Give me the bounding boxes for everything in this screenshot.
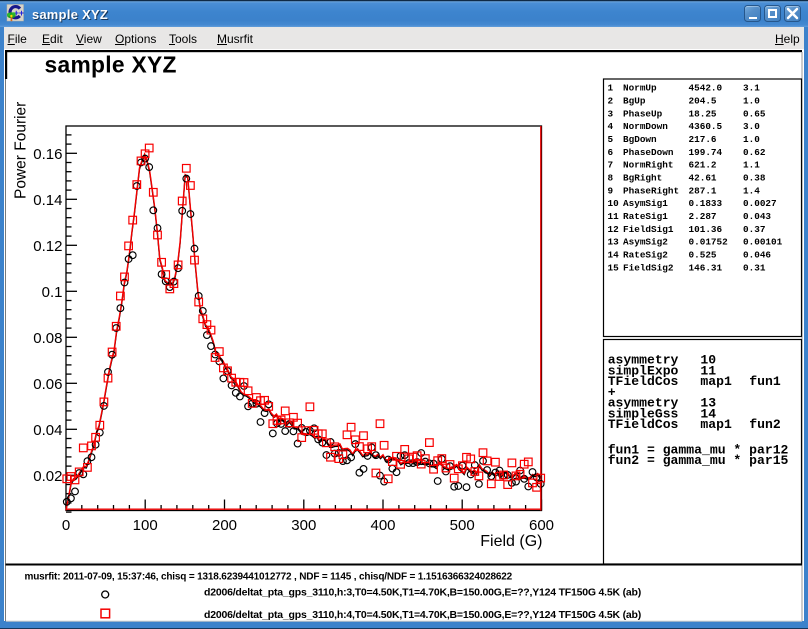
svg-text:1: 1 xyxy=(608,83,614,94)
svg-text:d2006/deltat_pta_gps_3110,h:3,: d2006/deltat_pta_gps_3110,h:3,T0=4.50K,T… xyxy=(204,587,641,599)
svg-text:12: 12 xyxy=(608,224,620,235)
svg-text:3.1: 3.1 xyxy=(743,83,760,94)
svg-text:13: 13 xyxy=(608,237,620,248)
svg-text:fun2: fun2 xyxy=(749,417,781,432)
svg-text:Field (G): Field (G) xyxy=(480,533,542,550)
svg-text:TFieldCos: TFieldCos xyxy=(608,417,679,432)
svg-text:0.62: 0.62 xyxy=(743,147,766,158)
svg-text:600: 600 xyxy=(529,517,554,534)
svg-text:fun1: fun1 xyxy=(749,374,781,389)
svg-text:map1: map1 xyxy=(700,374,732,389)
svg-text:1.4: 1.4 xyxy=(743,185,760,196)
svg-text:1.0: 1.0 xyxy=(743,134,760,145)
svg-text:0.31: 0.31 xyxy=(743,262,766,273)
svg-text:0.525: 0.525 xyxy=(689,250,717,261)
svg-text:d2006/deltat_pta_gps_3110,h:4,: d2006/deltat_pta_gps_3110,h:4,T0=4.50K,T… xyxy=(204,609,641,621)
svg-text:42.61: 42.61 xyxy=(689,173,717,184)
svg-text:AsymSig1: AsymSig1 xyxy=(623,198,668,209)
svg-text:204.5: 204.5 xyxy=(689,96,717,107)
svg-text:621.2: 621.2 xyxy=(689,160,717,171)
svg-text:146.31: 146.31 xyxy=(689,262,723,273)
svg-text:PhaseRight: PhaseRight xyxy=(623,185,679,196)
svg-text:NormUp: NormUp xyxy=(623,83,657,94)
svg-text:musrfit: 2011-07-09, 15:37:46,: musrfit: 2011-07-09, 15:37:46, chisq = 1… xyxy=(25,572,513,583)
svg-text:0.12: 0.12 xyxy=(33,238,62,255)
svg-text:217.6: 217.6 xyxy=(689,134,717,145)
svg-text:1.0: 1.0 xyxy=(743,96,760,107)
svg-text:PhaseDown: PhaseDown xyxy=(623,147,674,158)
svg-text:RateSig2: RateSig2 xyxy=(623,250,668,261)
svg-text:BgDown: BgDown xyxy=(623,134,657,145)
svg-text:287.1: 287.1 xyxy=(689,185,717,196)
svg-text:3: 3 xyxy=(608,108,614,119)
svg-text:0.04: 0.04 xyxy=(33,422,62,439)
svg-text:0.00101: 0.00101 xyxy=(743,237,783,248)
svg-text:10: 10 xyxy=(608,198,620,209)
svg-text:2: 2 xyxy=(608,96,614,107)
svg-text:0.65: 0.65 xyxy=(743,108,766,119)
svg-text:2.287: 2.287 xyxy=(689,211,717,222)
svg-text:BgRight: BgRight xyxy=(623,173,662,184)
svg-text:0.02: 0.02 xyxy=(33,468,62,485)
svg-text:199.74: 199.74 xyxy=(689,147,723,158)
svg-text:AsymSig2: AsymSig2 xyxy=(623,237,668,248)
svg-text:FieldSig2: FieldSig2 xyxy=(623,262,674,273)
svg-text:0.16: 0.16 xyxy=(33,146,62,163)
svg-text:0: 0 xyxy=(62,517,70,534)
svg-text:18.25: 18.25 xyxy=(689,108,717,119)
svg-text:TFieldCos: TFieldCos xyxy=(608,374,679,389)
svg-text:NormDown: NormDown xyxy=(623,121,668,132)
svg-text:500: 500 xyxy=(450,517,475,534)
svg-text:14: 14 xyxy=(608,250,620,261)
svg-text:3.0: 3.0 xyxy=(743,121,760,132)
svg-text:5: 5 xyxy=(608,134,614,145)
svg-text:200: 200 xyxy=(212,517,237,534)
svg-text:0.06: 0.06 xyxy=(33,376,62,393)
svg-text:0.08: 0.08 xyxy=(33,330,62,347)
svg-text:7: 7 xyxy=(608,160,614,171)
svg-text:fun2 = gamma_mu * par15: fun2 = gamma_mu * par15 xyxy=(608,453,789,468)
svg-text:101.36: 101.36 xyxy=(689,224,723,235)
svg-text:4: 4 xyxy=(608,121,614,132)
svg-text:0.0027: 0.0027 xyxy=(743,198,777,209)
svg-text:300: 300 xyxy=(291,517,316,534)
svg-text:map1: map1 xyxy=(700,417,732,432)
svg-text:100: 100 xyxy=(133,517,158,534)
svg-text:4542.0: 4542.0 xyxy=(689,83,723,94)
svg-text:FieldSig1: FieldSig1 xyxy=(623,224,674,235)
svg-text:8: 8 xyxy=(608,173,614,184)
svg-text:6: 6 xyxy=(608,147,614,158)
svg-text:0.01752: 0.01752 xyxy=(689,237,729,248)
svg-text:15: 15 xyxy=(608,262,620,273)
svg-text:9: 9 xyxy=(608,185,614,196)
svg-text:4360.5: 4360.5 xyxy=(689,121,723,132)
svg-text:1.1: 1.1 xyxy=(743,160,760,171)
svg-text:Power Fourier: Power Fourier xyxy=(12,102,29,199)
svg-text:0.38: 0.38 xyxy=(743,173,766,184)
svg-text:NormRight: NormRight xyxy=(623,160,673,171)
svg-text:0.1: 0.1 xyxy=(42,284,63,301)
svg-text:PhaseUp: PhaseUp xyxy=(623,108,663,119)
svg-text:sample XYZ: sample XYZ xyxy=(45,51,177,77)
svg-text:RateSig1: RateSig1 xyxy=(623,211,668,222)
svg-text:0.14: 0.14 xyxy=(33,192,62,209)
svg-text:400: 400 xyxy=(370,517,395,534)
svg-text:0.046: 0.046 xyxy=(743,250,771,261)
svg-text:BgUp: BgUp xyxy=(623,96,646,107)
svg-text:0.1833: 0.1833 xyxy=(689,198,723,209)
svg-text:11: 11 xyxy=(608,211,620,222)
svg-text:0.37: 0.37 xyxy=(743,224,765,235)
svg-text:0.043: 0.043 xyxy=(743,211,771,222)
